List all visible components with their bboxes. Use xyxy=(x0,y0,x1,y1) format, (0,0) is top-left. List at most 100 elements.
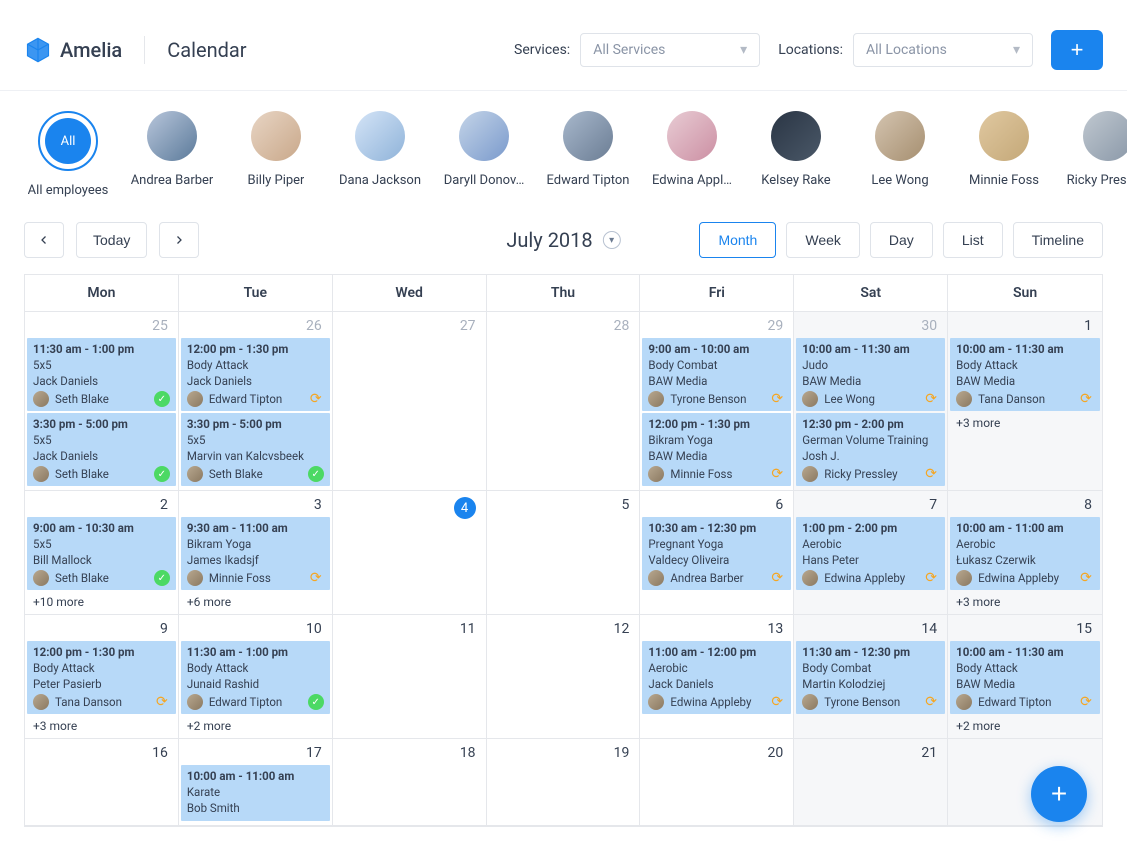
next-button[interactable] xyxy=(159,222,199,258)
event-client: BAW Media xyxy=(956,374,1094,388)
calendar-day-cell[interactable]: 299:00 am - 10:00 amBody CombatBAW Media… xyxy=(640,312,794,491)
calendar-event[interactable]: 12:00 pm - 1:30 pmBody AttackJack Daniel… xyxy=(181,338,330,411)
calendar-day-cell[interactable]: 19 xyxy=(487,739,641,826)
event-client: BAW Media xyxy=(802,374,939,388)
view-button-list[interactable]: List xyxy=(943,222,1003,258)
view-button-day[interactable]: Day xyxy=(870,222,933,258)
calendar-event[interactable]: 10:00 am - 11:00 amAerobicŁukasz Czerwik… xyxy=(950,517,1100,590)
more-events-link[interactable]: +2 more xyxy=(948,716,1102,736)
calendar-day-cell[interactable]: 1411:30 am - 12:30 pmBody CombatMartin K… xyxy=(794,615,948,739)
calendar-day-cell[interactable]: 1510:00 am - 11:30 amBody AttackBAW Medi… xyxy=(948,615,1102,739)
calendar-event[interactable]: 12:00 pm - 1:30 pmBikram YogaBAW MediaMi… xyxy=(642,413,791,486)
calendar-day-cell[interactable]: 12 xyxy=(487,615,641,739)
month-dropdown-icon[interactable]: ▾ xyxy=(603,231,621,249)
more-events-link[interactable]: +6 more xyxy=(179,592,332,612)
calendar-day-cell[interactable]: 21 xyxy=(794,739,948,826)
event-time: 12:00 pm - 1:30 pm xyxy=(33,645,170,659)
status-pending-icon: ⟳ xyxy=(308,391,324,407)
calendar-day-cell[interactable]: 1311:00 am - 12:00 pmAerobicJack Daniels… xyxy=(640,615,794,739)
status-pending-icon: ⟳ xyxy=(308,570,324,586)
calendar-event[interactable]: 12:30 pm - 2:00 pmGerman Volume Training… xyxy=(796,413,945,486)
employee-avatar xyxy=(1083,111,1127,161)
employee-filter-item[interactable]: Ricky Pressley xyxy=(1068,111,1127,198)
calendar-day-cell[interactable]: 71:00 pm - 2:00 pmAerobicHans PeterEdwin… xyxy=(794,491,948,615)
employee-name: Edward Tipton xyxy=(547,173,630,188)
calendar-event[interactable]: 11:30 am - 1:00 pmBody AttackJunaid Rash… xyxy=(181,641,330,714)
calendar-event[interactable]: 9:30 am - 11:00 amBikram YogaJames Ikads… xyxy=(181,517,330,590)
calendar-event[interactable]: 9:00 am - 10:00 amBody CombatBAW MediaTy… xyxy=(642,338,791,411)
event-client: Jack Daniels xyxy=(648,677,785,691)
calendar-day-cell[interactable]: 5 xyxy=(487,491,641,615)
today-button[interactable]: Today xyxy=(76,222,147,258)
calendar-event[interactable]: 12:00 pm - 1:30 pmBody AttackPeter Pasie… xyxy=(27,641,176,714)
calendar-event[interactable]: 10:00 am - 11:30 amBody AttackBAW MediaE… xyxy=(950,641,1100,714)
calendar-day-cell[interactable]: 610:30 am - 12:30 pmPregnant YogaValdecy… xyxy=(640,491,794,615)
employee-filter-item[interactable]: Minnie Foss xyxy=(964,111,1044,198)
calendar-day-cell[interactable]: 810:00 am - 11:00 amAerobicŁukasz Czerwi… xyxy=(948,491,1102,615)
calendar-event[interactable]: 10:00 am - 11:00 amKarateBob Smith xyxy=(181,765,330,821)
more-events-link[interactable]: +3 more xyxy=(948,592,1102,612)
calendar-day-cell[interactable]: 39:30 am - 11:00 amBikram YogaJames Ikad… xyxy=(179,491,333,615)
employee-filter-item[interactable]: Edwina Appl… xyxy=(652,111,732,198)
services-select[interactable]: All Services ▾ xyxy=(580,33,760,67)
add-button[interactable]: + xyxy=(1051,30,1103,70)
employee-filter-item[interactable]: Daryll Donov… xyxy=(444,111,524,198)
employee-filter-item[interactable]: Lee Wong xyxy=(860,111,940,198)
calendar-event[interactable]: 11:30 am - 12:30 pmBody CombatMartin Kol… xyxy=(796,641,945,714)
event-client: Junaid Rashid xyxy=(187,677,324,691)
locations-value: All Locations xyxy=(866,42,947,58)
employee-filter-item[interactable]: Andrea Barber xyxy=(132,111,212,198)
employee-avatar xyxy=(147,111,197,161)
event-client: Jack Daniels xyxy=(33,374,170,388)
calendar-day-cell[interactable]: 16 xyxy=(25,739,179,826)
view-button-timeline[interactable]: Timeline xyxy=(1013,222,1103,258)
assignee-name: Minnie Foss xyxy=(209,571,271,585)
calendar-event[interactable]: 10:00 am - 11:30 amJudoBAW MediaLee Wong… xyxy=(796,338,945,411)
calendar-day-cell[interactable]: 20 xyxy=(640,739,794,826)
calendar-day-cell[interactable]: 28 xyxy=(487,312,641,491)
calendar-event[interactable]: 10:00 am - 11:30 amBody AttackBAW MediaT… xyxy=(950,338,1100,411)
calendar-day-cell[interactable]: 1011:30 am - 1:00 pmBody AttackJunaid Ra… xyxy=(179,615,333,739)
calendar-day-cell[interactable]: 4 xyxy=(333,491,487,615)
calendar-day-cell[interactable]: 3010:00 am - 11:30 amJudoBAW MediaLee Wo… xyxy=(794,312,948,491)
calendar-day-cell[interactable]: 29:00 am - 10:30 am5x5Bill MallockSeth B… xyxy=(25,491,179,615)
calendar-day-cell[interactable]: 110:00 am - 11:30 amBody AttackBAW Media… xyxy=(948,312,1102,491)
employee-filter-item[interactable]: Edward Tipton xyxy=(548,111,628,198)
more-events-link[interactable]: +3 more xyxy=(25,716,178,736)
fab-add-button[interactable]: + xyxy=(1031,766,1087,822)
event-client: Bill Mallock xyxy=(33,553,170,567)
event-time: 9:00 am - 10:00 am xyxy=(648,342,785,356)
locations-select[interactable]: All Locations ▾ xyxy=(853,33,1033,67)
calendar-day-cell[interactable]: 2612:00 pm - 1:30 pmBody AttackJack Dani… xyxy=(179,312,333,491)
calendar-event[interactable]: 10:30 am - 12:30 pmPregnant YogaValdecy … xyxy=(642,517,791,590)
day-number xyxy=(948,739,1102,749)
calendar-event[interactable]: 3:30 pm - 5:00 pm5x5Jack DanielsSeth Bla… xyxy=(27,413,176,486)
calendar-day-cell[interactable]: 11 xyxy=(333,615,487,739)
view-button-week[interactable]: Week xyxy=(786,222,860,258)
calendar-day-cell[interactable]: 18 xyxy=(333,739,487,826)
amelia-logo-icon xyxy=(24,36,52,64)
calendar-event[interactable]: 11:00 am - 12:00 pmAerobicJack DanielsEd… xyxy=(642,641,791,714)
more-events-link[interactable]: +2 more xyxy=(179,716,332,736)
calendar-day-cell[interactable]: 27 xyxy=(333,312,487,491)
calendar-event[interactable]: 11:30 am - 1:00 pm5x5Jack DanielsSeth Bl… xyxy=(27,338,176,411)
calendar-event[interactable]: 9:00 am - 10:30 am5x5Bill MallockSeth Bl… xyxy=(27,517,176,590)
employee-filter-item[interactable]: Billy Piper xyxy=(236,111,316,198)
calendar-day-cell[interactable]: 2511:30 am - 1:00 pm5x5Jack DanielsSeth … xyxy=(25,312,179,491)
status-approved-icon: ✓ xyxy=(154,391,170,407)
calendar-day-cell[interactable]: 912:00 pm - 1:30 pmBody AttackPeter Pasi… xyxy=(25,615,179,739)
prev-button[interactable] xyxy=(24,222,64,258)
more-events-link[interactable]: +3 more xyxy=(948,413,1102,433)
brand-logo[interactable]: Amelia xyxy=(24,36,122,64)
employee-filter-item[interactable]: Kelsey Rake xyxy=(756,111,836,198)
calendar-month-label: July 2018 xyxy=(506,228,592,252)
calendar-event[interactable]: 1:00 pm - 2:00 pmAerobicHans PeterEdwina… xyxy=(796,517,945,590)
employee-filter-item[interactable]: Dana Jackson xyxy=(340,111,420,198)
more-events-link[interactable]: +10 more xyxy=(25,592,178,612)
event-title: Judo xyxy=(802,358,939,372)
view-button-month[interactable]: Month xyxy=(699,222,776,258)
employee-filter-item[interactable]: AllAll employees xyxy=(28,111,108,198)
calendar-event[interactable]: 3:30 pm - 5:00 pm5x5Marvin van Kalcvsbee… xyxy=(181,413,330,486)
day-number: 28 xyxy=(487,312,640,338)
calendar-day-cell[interactable]: 1710:00 am - 11:00 amKarateBob Smith xyxy=(179,739,333,826)
